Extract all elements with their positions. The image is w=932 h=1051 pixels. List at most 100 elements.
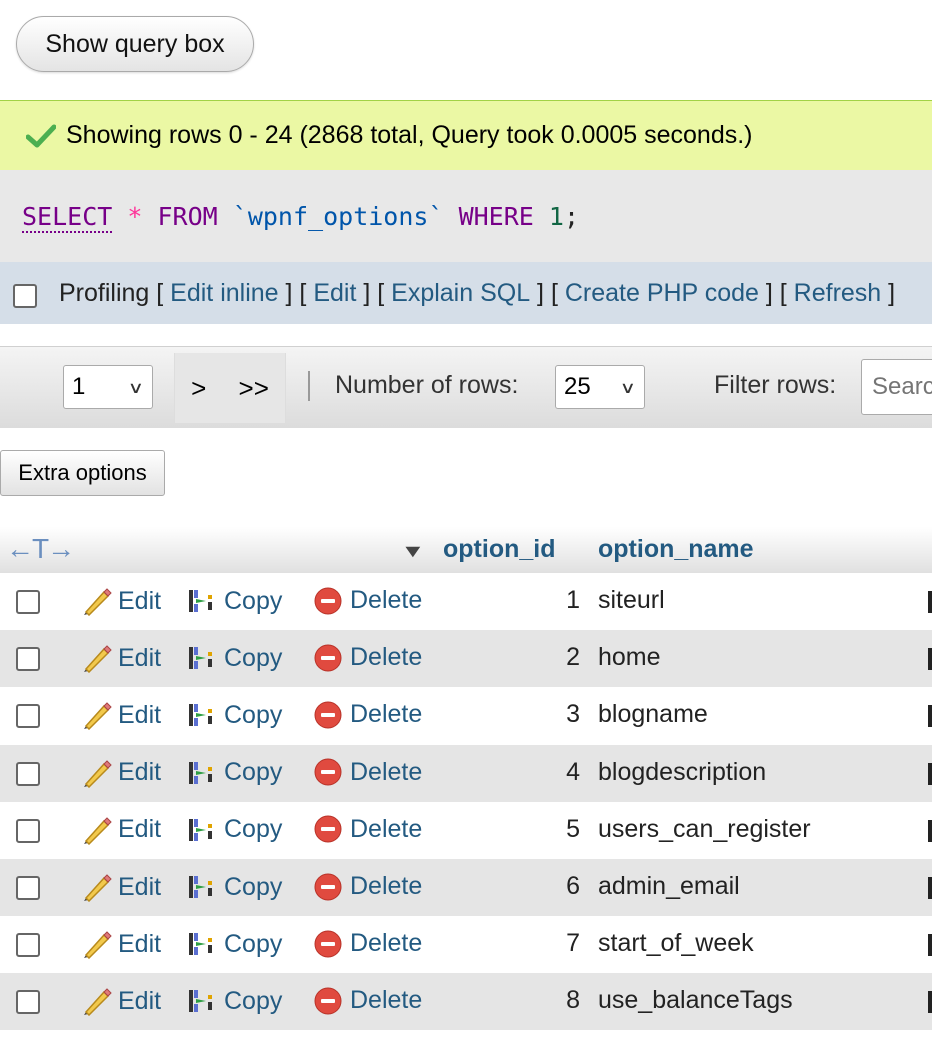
option-id-cell: 2 bbox=[566, 643, 580, 672]
table-row: Edit Copy Delete 6 admin_email bbox=[0, 859, 932, 916]
row-checkbox[interactable] bbox=[16, 761, 40, 786]
truncated-cell bbox=[928, 591, 932, 613]
row-checkbox[interactable] bbox=[16, 876, 40, 900]
sql-table-name: `wpnf_options` bbox=[232, 201, 444, 231]
delete-label: Delete bbox=[350, 700, 423, 729]
truncated-cell bbox=[928, 705, 932, 728]
table-header: ←T→ ▼ option_id option_name bbox=[0, 527, 932, 573]
copy-label: Copy bbox=[224, 872, 283, 901]
edit-row-link[interactable]: Edit bbox=[80, 986, 161, 1017]
option-name-cell: blogdescription bbox=[598, 757, 767, 786]
sql-query-display: SELECT * FROM `wpnf_options` WHERE 1; bbox=[0, 170, 932, 262]
row-checkbox[interactable] bbox=[16, 818, 40, 843]
create-php-code-link[interactable]: Create PHP code bbox=[565, 279, 759, 308]
option-name-cell: blogname bbox=[598, 700, 708, 729]
edit-query-link[interactable]: Edit bbox=[313, 279, 356, 308]
edit-row-link[interactable]: Edit bbox=[80, 815, 161, 845]
copy-icon bbox=[189, 818, 212, 841]
filter-rows-input[interactable] bbox=[861, 359, 932, 415]
chevron-down-icon: ∨ bbox=[127, 380, 145, 397]
delete-icon bbox=[314, 644, 342, 672]
page-select[interactable]: 1 ∨ bbox=[63, 365, 153, 409]
delete-icon bbox=[314, 758, 342, 786]
copy-icon bbox=[189, 590, 212, 612]
delete-row-link[interactable]: Delete bbox=[314, 929, 422, 958]
option-id-cell: 8 bbox=[566, 986, 580, 1015]
edit-label: Edit bbox=[118, 758, 162, 787]
query-tools-bar: Profiling [ Edit inline ] [ Edit ] [ Exp… bbox=[0, 262, 932, 324]
row-checkbox[interactable] bbox=[16, 590, 40, 614]
copy-row-link[interactable]: Copy bbox=[186, 586, 282, 616]
delete-row-link[interactable]: Delete bbox=[314, 758, 422, 787]
copy-label: Copy bbox=[224, 700, 283, 729]
row-checkbox[interactable] bbox=[16, 704, 40, 729]
edit-row-link[interactable]: Edit bbox=[80, 643, 162, 674]
option-id-cell: 1 bbox=[566, 586, 580, 614]
column-header-option-name[interactable]: option_name bbox=[598, 535, 754, 564]
edit-row-link[interactable]: Edit bbox=[80, 586, 161, 616]
success-message-text: Showing rows 0 - 24 (2868 total, Query t… bbox=[66, 121, 753, 149]
sql-where-keyword: WHERE bbox=[458, 201, 534, 231]
option-name-cell: start_of_week bbox=[598, 929, 754, 958]
edit-row-link[interactable]: Edit bbox=[80, 929, 162, 960]
delete-row-link[interactable]: Delete bbox=[314, 872, 422, 901]
edit-label: Edit bbox=[118, 643, 162, 672]
delete-icon bbox=[314, 930, 342, 958]
copy-row-link[interactable]: Copy bbox=[186, 815, 282, 845]
explain-sql-link[interactable]: Explain SQL bbox=[391, 279, 530, 308]
sql-star: * bbox=[127, 201, 143, 231]
success-message: Showing rows 0 - 24 (2868 total, Query t… bbox=[0, 100, 932, 170]
copy-row-link[interactable]: Copy bbox=[186, 872, 282, 902]
copy-row-link[interactable]: Copy bbox=[186, 758, 282, 788]
option-name-cell: admin_email bbox=[598, 872, 740, 900]
checkmark-icon bbox=[26, 124, 56, 147]
page-nav-buttons: > >> bbox=[174, 353, 286, 423]
profiling-checkbox[interactable] bbox=[13, 284, 37, 308]
delete-row-link[interactable]: Delete bbox=[314, 586, 422, 615]
table-row: Edit Copy Delete 7 start_of_week bbox=[0, 916, 932, 974]
table-row: Edit Copy Delete 8 use_balanceTags bbox=[0, 973, 932, 1031]
row-checkbox[interactable] bbox=[16, 647, 40, 672]
delete-label: Delete bbox=[350, 757, 423, 786]
delete-row-link[interactable]: Delete bbox=[314, 643, 422, 672]
delete-row-link[interactable]: Delete bbox=[314, 986, 422, 1015]
copy-label: Copy bbox=[224, 586, 283, 615]
copy-label: Copy bbox=[224, 929, 283, 958]
next-page-button[interactable]: > bbox=[191, 373, 206, 404]
option-name-cell: siteurl bbox=[598, 586, 665, 614]
edit-row-link[interactable]: Edit bbox=[80, 758, 161, 788]
delete-icon bbox=[314, 701, 342, 729]
edit-row-link[interactable]: Edit bbox=[80, 700, 161, 731]
delete-row-link[interactable]: Delete bbox=[314, 700, 422, 729]
table-row: Edit Copy Delete 5 users_can_register bbox=[0, 801, 932, 859]
delete-icon bbox=[314, 873, 342, 900]
column-header-option-id[interactable]: option_id bbox=[443, 535, 555, 564]
row-checkbox[interactable] bbox=[16, 990, 40, 1015]
refresh-link[interactable]: Refresh bbox=[794, 279, 882, 308]
filter-rows-label: Filter rows: bbox=[714, 371, 837, 399]
copy-icon bbox=[189, 647, 212, 670]
rows-per-page-select[interactable]: 25 ∨ bbox=[555, 365, 645, 409]
extra-options-button[interactable]: Extra options bbox=[0, 450, 165, 496]
delete-label: Delete bbox=[350, 872, 423, 900]
last-page-button[interactable]: >> bbox=[239, 373, 269, 404]
row-checkbox[interactable] bbox=[16, 933, 40, 958]
chevron-down-icon: ∨ bbox=[619, 380, 637, 397]
edit-label: Edit bbox=[118, 929, 162, 958]
copy-row-link[interactable]: Copy bbox=[186, 700, 282, 730]
truncated-cell bbox=[928, 762, 932, 785]
column-arrows-icon[interactable]: ←T→ bbox=[6, 533, 75, 565]
rows-label: Number of rows: bbox=[335, 371, 519, 399]
copy-icon bbox=[189, 704, 212, 727]
copy-row-link[interactable]: Copy bbox=[186, 986, 282, 1016]
show-query-box-button[interactable]: Show query box bbox=[16, 16, 254, 72]
sort-descending-icon[interactable]: ▼ bbox=[400, 541, 425, 562]
sql-select-keyword[interactable]: SELECT bbox=[22, 201, 113, 233]
edit-inline-link[interactable]: Edit inline bbox=[170, 279, 278, 308]
copy-row-link[interactable]: Copy bbox=[186, 929, 282, 959]
delete-row-link[interactable]: Delete bbox=[314, 815, 422, 844]
pencil-icon bbox=[84, 988, 112, 1017]
copy-row-link[interactable]: Copy bbox=[186, 643, 282, 673]
edit-row-link[interactable]: Edit bbox=[80, 872, 161, 902]
delete-icon bbox=[314, 815, 342, 843]
